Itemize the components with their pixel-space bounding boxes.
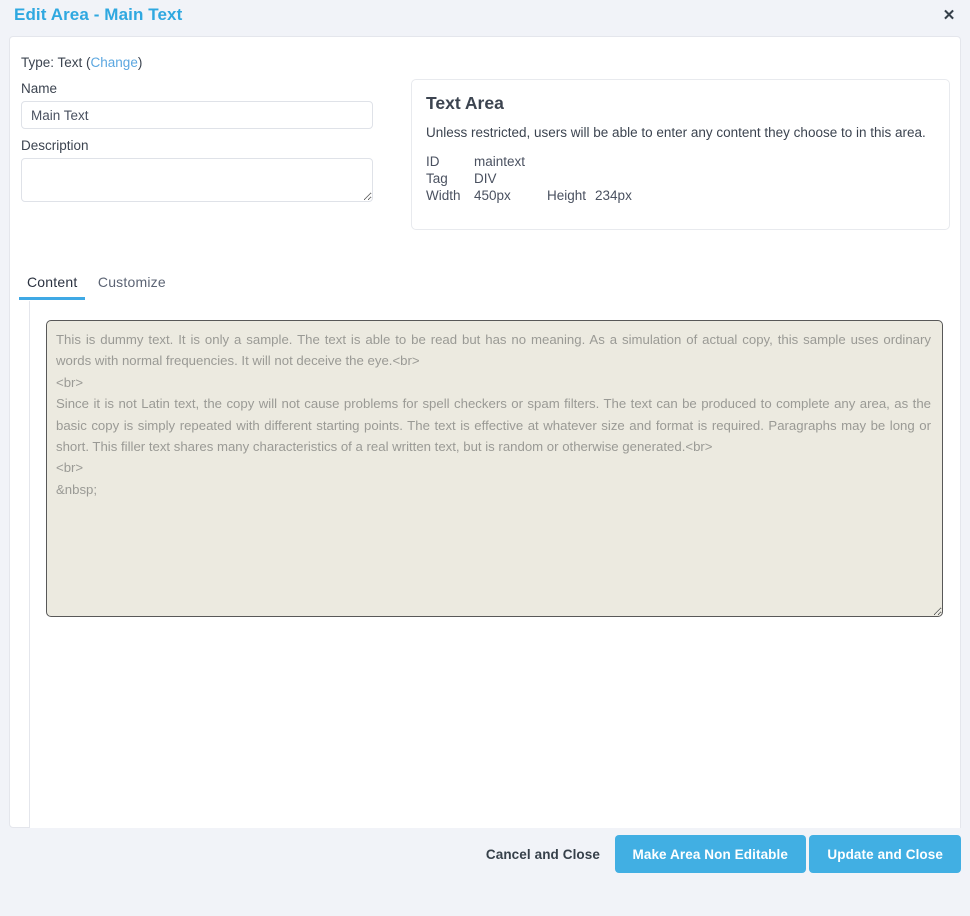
name-input[interactable]: [21, 101, 373, 129]
modal-header: Edit Area - Main Text ✕: [0, 0, 970, 34]
area-type-suffix: ): [137, 55, 143, 70]
info-value-2: [595, 153, 654, 170]
info-value-2: 234px: [595, 188, 632, 203]
info-value-2: [595, 170, 654, 187]
table-row: ID maintext: [426, 153, 654, 170]
name-label: Name: [21, 81, 58, 96]
info-key-2: [547, 170, 595, 187]
edit-area-modal: Edit Area - Main Text ✕ Type: Text (Chan…: [0, 0, 970, 916]
tab-bar: Content Customize: [19, 274, 174, 300]
info-description: Unless restricted, users will be able to…: [426, 125, 926, 140]
update-and-close-button[interactable]: Update and Close: [809, 835, 961, 873]
table-row: Width 450px Height 234px: [426, 187, 654, 204]
table-row: Tag DIV: [426, 170, 654, 187]
info-key: Width: [426, 188, 461, 203]
modal-body-card: Type: Text (Change) Name Description Tex…: [9, 36, 961, 865]
close-icon[interactable]: ✕: [938, 4, 960, 26]
info-value: 450px: [474, 188, 511, 203]
tab-panel-content: [29, 301, 961, 865]
cancel-and-close-button[interactable]: Cancel and Close: [480, 846, 606, 863]
description-input[interactable]: [21, 158, 373, 202]
tab-customize[interactable]: Customize: [90, 274, 174, 297]
change-type-link[interactable]: Change: [91, 55, 138, 70]
tab-content[interactable]: Content: [19, 274, 86, 300]
area-info-card: Text Area Unless restricted, users will …: [411, 79, 950, 230]
area-type-label: Type: Text (: [21, 55, 91, 70]
info-value: DIV: [474, 171, 497, 186]
content-textarea[interactable]: [46, 320, 943, 617]
area-type-row: Type: Text (Change): [21, 55, 142, 70]
info-key: Tag: [426, 171, 448, 186]
info-key-2: [547, 153, 595, 170]
description-label: Description: [21, 138, 89, 153]
modal-footer: Cancel and Close Make Area Non Editable …: [0, 828, 970, 916]
info-properties-table: ID maintext Tag DIV Width 450px Height 2…: [426, 153, 654, 204]
info-key: ID: [426, 154, 440, 169]
info-title: Text Area: [426, 93, 504, 113]
info-key-2: Height: [547, 188, 587, 203]
page-title: Edit Area - Main Text: [14, 5, 183, 24]
make-area-non-editable-button[interactable]: Make Area Non Editable: [614, 835, 806, 873]
info-value: maintext: [474, 154, 526, 169]
